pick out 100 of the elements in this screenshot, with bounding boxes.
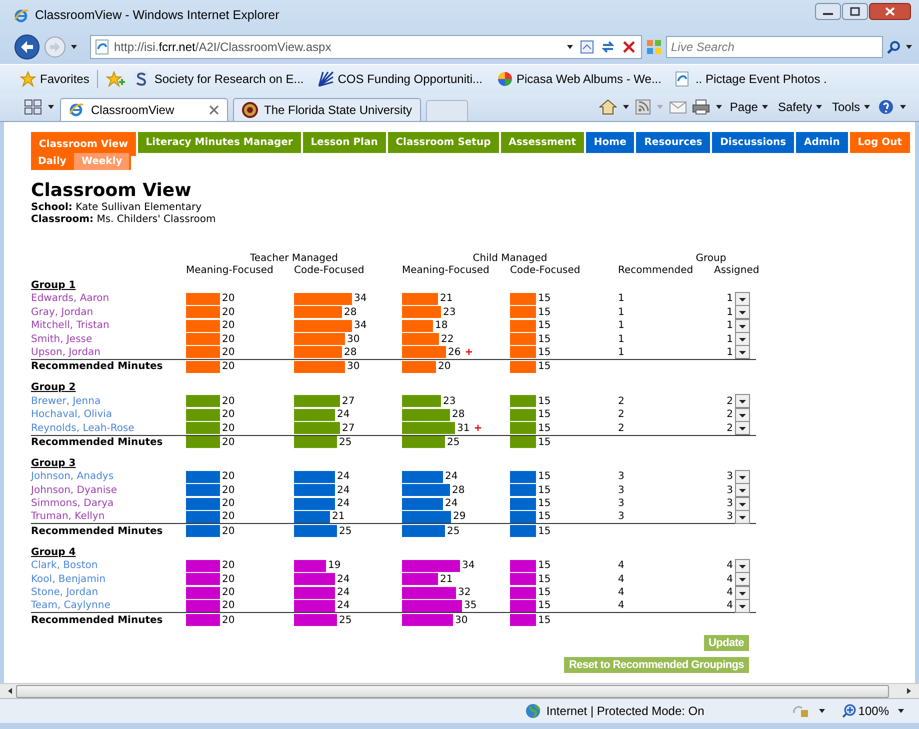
refresh-icon[interactable]	[600, 39, 616, 55]
group-select[interactable]: 4	[726, 586, 750, 600]
nav-tab[interactable]: Literacy Minutes Manager	[138, 132, 301, 153]
add-favorite-icon[interactable]	[106, 71, 126, 87]
group-select[interactable]: 3	[726, 484, 750, 497]
stop-icon[interactable]	[621, 39, 637, 55]
student-link[interactable]: Johnson, Anadys	[31, 471, 186, 482]
student-link[interactable]: Upson, Jordan	[31, 346, 186, 358]
nav-tab[interactable]: Admin	[796, 132, 848, 153]
nav-tab[interactable]: Home	[586, 132, 634, 153]
student-link[interactable]: Johnson, Dyanise	[31, 484, 186, 496]
maximize-icon[interactable]	[842, 3, 868, 20]
minutes-value: 30	[347, 361, 360, 372]
favorite-link[interactable]: Picasa Web Albums - We...	[496, 71, 662, 87]
menu-button[interactable]: Page	[728, 100, 771, 114]
caret-icon[interactable]	[47, 103, 55, 111]
scroll-right-icon[interactable]	[905, 687, 913, 695]
group-select[interactable]: 3	[726, 497, 750, 510]
nav-tab[interactable]: Log Out	[850, 132, 910, 153]
scroll-left-icon[interactable]	[6, 687, 14, 695]
student-link[interactable]: Gray, Jordan	[31, 306, 186, 318]
student-link[interactable]: Clark, Boston	[31, 560, 186, 572]
favorite-link[interactable]: Society for Research on E...	[134, 71, 304, 87]
student-link[interactable]: Simmons, Darya	[31, 498, 186, 510]
student-link[interactable]: Smith, Jesse	[31, 334, 186, 345]
minutes-value: 35	[464, 600, 477, 612]
student-link[interactable]: Brewer, Jenna	[31, 396, 186, 407]
student-link[interactable]: Reynolds, Leah-Rose	[31, 422, 186, 434]
minutes-value: 28	[344, 346, 357, 358]
group-select[interactable]: 2	[726, 422, 750, 435]
nav-tab[interactable]: Classroom Setup	[388, 132, 499, 153]
zoom-button[interactable]: 100%	[842, 704, 889, 718]
group-select[interactable]: 2	[726, 394, 750, 408]
group-heading: Group 3	[31, 456, 77, 470]
caret-icon[interactable]	[714, 103, 723, 111]
dropdown-icon	[735, 483, 750, 498]
caret-icon[interactable]	[905, 43, 913, 51]
column-header: Meaning-Focused	[186, 264, 274, 276]
group-select[interactable]: 3	[726, 510, 750, 524]
group-select[interactable]: 1	[726, 306, 750, 319]
minutes-value: 22	[441, 334, 454, 345]
group-select[interactable]: 1	[726, 332, 750, 346]
group-select[interactable]: 1	[726, 292, 750, 306]
group-select[interactable]: 4	[726, 559, 750, 572]
group-select[interactable]: 3	[726, 470, 750, 484]
search-provider-icon	[646, 39, 662, 55]
group-select[interactable]: 1	[726, 319, 750, 332]
printer-icon[interactable]	[692, 99, 710, 115]
minutes-value: 15	[538, 334, 551, 345]
student-link[interactable]: Mitchell, Tristan	[31, 320, 186, 332]
student-link[interactable]: Team, Caylynne	[31, 600, 186, 612]
caret-icon[interactable]	[899, 103, 907, 111]
nav-tab[interactable]: Discussions	[712, 132, 794, 153]
student-link[interactable]: Hochaval, Olivia	[31, 409, 186, 420]
minutes-value: 20	[222, 306, 235, 318]
back-icon[interactable]	[14, 34, 40, 60]
horizontal-scrollbar[interactable]	[0, 683, 919, 698]
student-link[interactable]: Truman, Kellyn	[31, 511, 186, 522]
compat-icon[interactable]	[579, 39, 595, 55]
favorite-link[interactable]: COS Funding Opportuniti...	[318, 71, 483, 87]
nav-tab[interactable]: Resources	[636, 132, 710, 153]
group-select[interactable]: 2	[726, 408, 750, 422]
recommended-group: 3	[618, 511, 726, 522]
caret-icon[interactable]	[70, 43, 78, 51]
row-label: Recommended Minutes	[31, 436, 164, 448]
quick-tabs-icon[interactable]	[24, 99, 42, 115]
minimize-icon[interactable]	[815, 3, 841, 20]
group-select[interactable]: 1	[726, 346, 750, 359]
caret-icon[interactable]	[566, 43, 574, 51]
close-icon[interactable]	[209, 105, 219, 115]
caret-icon[interactable]	[897, 707, 905, 715]
dropdown-icon	[735, 598, 750, 613]
group-select[interactable]: 4	[726, 572, 750, 586]
favorites-button[interactable]: Favorites	[20, 71, 90, 87]
column-group-header: Child Managed	[472, 252, 548, 264]
flag-mark: +	[464, 346, 474, 358]
caret-icon[interactable]	[622, 103, 630, 111]
nav-tab[interactable]: Lesson Plan	[302, 132, 386, 153]
student-link[interactable]: Edwards, Aaron	[31, 293, 186, 304]
browser-tab[interactable]: ClassroomView	[60, 98, 228, 121]
help-icon[interactable]	[878, 99, 894, 115]
menu-button[interactable]: Tools	[830, 100, 873, 114]
student-link[interactable]: Stone, Jordan	[31, 587, 186, 598]
home-icon[interactable]	[598, 99, 617, 115]
search-field[interactable]: Live Search	[666, 36, 883, 58]
favorite-link[interactable]: .. Pictage Event Photos .	[675, 71, 827, 87]
minutes-value: 23	[443, 306, 456, 318]
address-field[interactable]: http://isi.fcrr.net/A2I/ClassroomView.aspx	[90, 35, 642, 59]
feed-icon[interactable]	[634, 99, 651, 115]
group-select[interactable]: 4	[726, 599, 750, 612]
recommended-group: 4	[618, 587, 726, 598]
browser-tab[interactable]: The Florida State University	[233, 98, 422, 121]
search-icon[interactable]	[887, 40, 901, 54]
mail-icon[interactable]	[668, 100, 687, 114]
nav-tab[interactable]: Assessment	[500, 132, 584, 153]
close-icon[interactable]	[869, 3, 911, 20]
menu-button[interactable]: Safety	[776, 100, 825, 114]
student-link[interactable]: Kool, Benjamin	[31, 574, 186, 585]
scroll-thumb[interactable]	[16, 684, 889, 698]
caret-icon[interactable]	[818, 707, 826, 715]
